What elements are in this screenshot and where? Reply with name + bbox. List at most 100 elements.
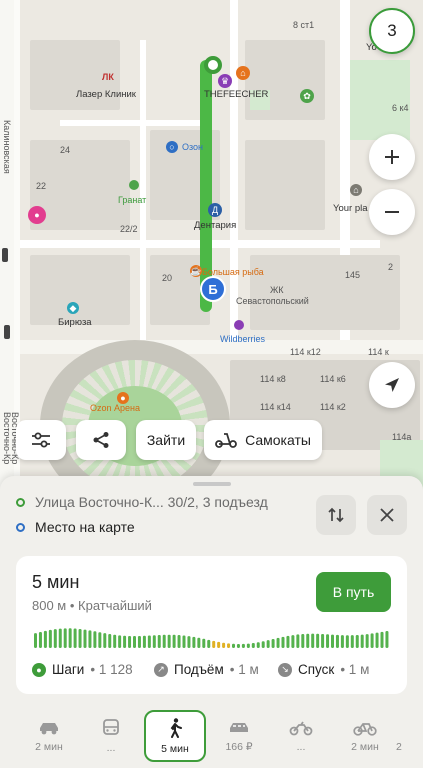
elevation-bar bbox=[212, 640, 216, 648]
tab-scooter[interactable]: ... bbox=[270, 710, 332, 762]
tab-walk[interactable]: 5 мин bbox=[144, 710, 206, 762]
elevation-bar bbox=[306, 633, 310, 648]
elevation-bar bbox=[202, 638, 206, 648]
zoom-in-button[interactable] bbox=[369, 134, 415, 180]
tab-more[interactable]: 2 bbox=[396, 710, 423, 762]
elevation-profile bbox=[34, 628, 389, 648]
elevation-bar bbox=[281, 636, 285, 648]
wildberries-icon[interactable] bbox=[234, 320, 244, 330]
steps-stat: ● Шаги • 1 128 bbox=[32, 662, 133, 677]
ascent-arrow-icon: ↗ bbox=[154, 662, 168, 677]
zoom-out-button[interactable] bbox=[369, 189, 415, 235]
granat-icon[interactable] bbox=[129, 180, 139, 190]
elevation-bar bbox=[207, 639, 211, 648]
map-label-dentaria: Дентария bbox=[194, 220, 237, 231]
map-label-114k6: 114 к6 bbox=[320, 374, 346, 384]
close-route-button[interactable] bbox=[367, 495, 407, 535]
map-label-22: 22 bbox=[36, 181, 47, 191]
elevation-bar bbox=[182, 635, 186, 648]
map-label-granat: Гранат bbox=[118, 195, 147, 205]
elevation-bar bbox=[321, 633, 325, 648]
ascent-stat: ↗ Подъём • 1 м bbox=[154, 662, 259, 677]
mask-icon[interactable]: ● bbox=[28, 206, 46, 224]
elevation-bar bbox=[360, 634, 364, 648]
descent-stat: ↘ Спуск • 1 м bbox=[278, 662, 369, 677]
swap-route-button[interactable] bbox=[316, 495, 356, 535]
elevation-bar bbox=[251, 642, 255, 648]
ozon-icon[interactable]: ○ bbox=[166, 141, 178, 153]
route-to-row[interactable]: Место на карте bbox=[16, 519, 316, 535]
map-label-kalinovskaya: Калиновская bbox=[2, 120, 12, 174]
map-label-8st1: 8 ст1 bbox=[293, 20, 315, 30]
map-label-22-2: 22/2 bbox=[120, 224, 138, 234]
sheet-grabber[interactable] bbox=[193, 482, 231, 486]
elevation-bar bbox=[108, 633, 112, 648]
tab-bus[interactable]: ... bbox=[80, 710, 142, 762]
elevation-bar bbox=[197, 637, 201, 648]
car-icon bbox=[40, 722, 58, 734]
route-settings-button[interactable] bbox=[16, 420, 66, 460]
elevation-bar bbox=[128, 635, 132, 648]
map-label-big-fish: Большая рыба bbox=[202, 267, 264, 277]
tab-taxi-label: 166 ₽ bbox=[225, 740, 253, 753]
tab-taxi[interactable]: 166 ₽ bbox=[208, 710, 270, 762]
elevation-bar bbox=[137, 635, 141, 648]
thefeecher-icon[interactable]: ♛ bbox=[218, 74, 232, 88]
elevation-bar bbox=[335, 634, 339, 648]
elevation-bar bbox=[93, 631, 97, 648]
scooters-button[interactable]: Самокаты bbox=[204, 420, 322, 460]
map-label-wildberries: Wildberries bbox=[220, 334, 266, 344]
dentaria-icon[interactable]: Д bbox=[208, 203, 222, 217]
walk-icon bbox=[170, 717, 182, 738]
elevation-bar bbox=[370, 633, 374, 648]
elevation-bar bbox=[276, 637, 280, 648]
map-label-sevastopolsky: Севастопольский bbox=[236, 296, 309, 306]
elevation-bar bbox=[271, 639, 275, 648]
share-button[interactable] bbox=[76, 420, 126, 460]
transport-tabs: 2 мин ... 5 мин 166 ₽ ... 2 мин 2 bbox=[0, 706, 423, 768]
map-label-20: 20 bbox=[162, 273, 173, 283]
footprint-icon: ● bbox=[32, 662, 46, 677]
elevation-bar bbox=[48, 629, 52, 648]
elevation-bar bbox=[88, 630, 92, 648]
elevation-bar bbox=[256, 642, 260, 648]
descent-value: • 1 м bbox=[340, 662, 370, 677]
park-icon[interactable]: ✿ bbox=[300, 89, 314, 103]
speed-badge[interactable]: 3 bbox=[369, 8, 415, 54]
map-label-114k2: 114 к2 bbox=[320, 402, 346, 412]
elevation-bar bbox=[78, 628, 82, 648]
tab-bicycle-label: 2 мин bbox=[351, 740, 379, 753]
tab-car[interactable]: 2 мин bbox=[18, 710, 80, 762]
route-summary-card[interactable]: 5 мин 800 м • Кратчайший В путь ● Шаги •… bbox=[16, 556, 407, 694]
big-fish-icon[interactable]: ☕ bbox=[190, 265, 202, 277]
map-view[interactable]: Б ♛ ⌂ ○ Д ☕ ◆ ✿ ⌂ ● ● ЛК Лазер Клиник TH… bbox=[0, 0, 423, 520]
route-from-row[interactable]: Улица Восточно-К... 30/2, 3 подъезд bbox=[16, 494, 316, 510]
traffic-light-icon bbox=[2, 248, 8, 262]
elevation-bar bbox=[103, 633, 107, 648]
elevation-bar bbox=[118, 635, 122, 648]
from-dot-icon bbox=[16, 497, 25, 507]
enter-button[interactable]: Зайти bbox=[136, 420, 196, 460]
elevation-bar bbox=[261, 641, 265, 648]
go-button[interactable]: В путь bbox=[316, 572, 391, 612]
elevation-bar bbox=[241, 643, 245, 648]
elevation-bar bbox=[301, 633, 305, 648]
elevation-bar bbox=[232, 643, 235, 648]
scooter-icon bbox=[215, 433, 237, 448]
my-location-button[interactable] bbox=[369, 362, 415, 408]
close-icon bbox=[380, 508, 394, 522]
ascent-value: • 1 м bbox=[229, 662, 259, 677]
map-label-your-place: Your pla bbox=[333, 203, 368, 214]
biryuza-icon[interactable]: ◆ bbox=[67, 302, 79, 314]
go-button-label: В путь bbox=[332, 584, 375, 600]
your-place-icon[interactable]: ⌂ bbox=[350, 184, 362, 196]
elevation-bar bbox=[236, 643, 240, 648]
map-label-24: 24 bbox=[60, 145, 71, 155]
map-label-zhk: ЖК bbox=[270, 285, 284, 295]
share-icon bbox=[93, 432, 109, 448]
shop-icon[interactable]: ⌂ bbox=[236, 66, 250, 80]
tab-bicycle[interactable]: 2 мин bbox=[334, 710, 396, 762]
elevation-bar bbox=[217, 641, 221, 648]
elevation-bar bbox=[246, 643, 250, 648]
elevation-bar bbox=[380, 631, 384, 648]
